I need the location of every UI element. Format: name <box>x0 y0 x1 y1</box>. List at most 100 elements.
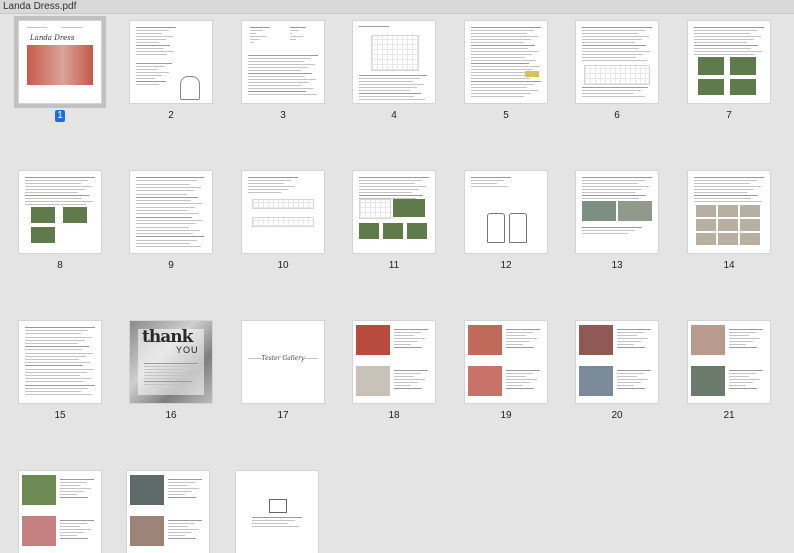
page-thumbnail-7[interactable] <box>688 21 770 103</box>
photo <box>31 227 55 243</box>
page-number-label[interactable]: 6 <box>602 110 632 122</box>
text-line <box>60 494 77 495</box>
text-line <box>136 226 189 228</box>
page-thumbnail-17[interactable]: Tester Gallery <box>242 321 324 403</box>
text-line <box>471 60 536 61</box>
page-thumbnail-23[interactable] <box>127 471 209 553</box>
text-line <box>729 338 760 339</box>
page-thumbnail-8[interactable] <box>19 171 101 253</box>
page-thumbnail-18[interactable] <box>353 321 435 403</box>
page-number-label[interactable]: 21 <box>714 410 744 422</box>
page-thumbnail-5[interactable] <box>465 21 547 103</box>
page-number-label[interactable]: 18 <box>379 410 409 422</box>
chart-grid <box>252 199 314 209</box>
text-line <box>694 189 754 190</box>
page-number-label[interactable]: 14 <box>714 260 744 272</box>
page-thumbnail-4[interactable] <box>353 21 435 103</box>
page-thumbnail-24[interactable] <box>236 471 318 553</box>
text-line <box>506 344 523 345</box>
text-line <box>25 343 78 344</box>
text-line <box>359 81 413 82</box>
page-thumbnail-13[interactable] <box>576 171 658 253</box>
text-line <box>144 378 181 379</box>
page-thumbnail-1[interactable]: Landa Dress <box>14 16 106 108</box>
text-line <box>136 246 201 248</box>
text-line <box>60 482 87 483</box>
page-number-label[interactable]: 4 <box>379 110 409 122</box>
page-thumbnail-22[interactable] <box>19 471 101 553</box>
text-line <box>248 58 311 59</box>
text-line <box>252 520 295 521</box>
page-number-label[interactable]: 10 <box>268 260 298 272</box>
text-line <box>136 27 176 28</box>
text-line <box>25 183 81 184</box>
text-line <box>136 75 162 76</box>
text-line <box>582 233 628 234</box>
cover-title: Landa Dress <box>30 34 75 42</box>
tester-photo <box>356 366 390 396</box>
text-line <box>136 39 166 40</box>
text-line <box>290 33 292 34</box>
text-line <box>359 177 429 178</box>
page-number-label[interactable]: 12 <box>491 260 521 272</box>
page-thumbnail-9[interactable] <box>130 171 212 253</box>
page-thumbnail-12[interactable] <box>465 171 547 253</box>
text-line <box>359 183 415 184</box>
tester-photo <box>579 366 613 396</box>
page-thumbnail-19[interactable] <box>465 321 547 403</box>
page-number-label[interactable]: 16 <box>156 410 186 422</box>
text-line <box>582 54 643 55</box>
text-line <box>694 27 764 28</box>
page-thumbnail-6[interactable] <box>576 21 658 103</box>
text-line <box>168 494 185 495</box>
page-thumbnail-20[interactable] <box>576 321 658 403</box>
page-thumbnail-2[interactable] <box>130 21 212 103</box>
text-line <box>60 479 94 480</box>
text-line <box>471 39 531 40</box>
photo <box>31 207 55 223</box>
tester-photo <box>468 325 502 355</box>
text-line <box>290 30 299 31</box>
text-line <box>359 75 427 76</box>
page-number-label[interactable]: 17 <box>268 410 298 422</box>
text-line <box>248 91 306 92</box>
page-thumbnail-14[interactable] <box>688 171 770 253</box>
page-number-label[interactable]: 9 <box>156 260 186 272</box>
text-line <box>168 523 195 524</box>
page-number-label[interactable]: 13 <box>602 260 632 272</box>
page-thumbnail-11[interactable] <box>353 171 435 253</box>
page-number-label[interactable]: 15 <box>45 410 75 422</box>
photo <box>63 207 87 223</box>
page-number-label[interactable]: 7 <box>714 110 744 122</box>
text-line <box>471 78 530 79</box>
text-line <box>506 335 526 336</box>
page-thumbnail-3[interactable] <box>242 21 324 103</box>
page-thumbnail-21[interactable] <box>688 321 770 403</box>
page-thumbnail-16[interactable]: thank YOU <box>130 321 212 403</box>
text-line <box>136 183 190 185</box>
text-line <box>394 332 421 333</box>
page-thumbnail-15[interactable] <box>19 321 101 403</box>
page-number-label[interactable]: 2 <box>156 110 186 122</box>
page-number-label[interactable]: 20 <box>602 410 632 422</box>
text-line <box>582 60 647 61</box>
page-number-label[interactable]: 3 <box>268 110 298 122</box>
text-line <box>168 529 199 530</box>
page-number-label[interactable]: 19 <box>491 410 521 422</box>
page-number-label[interactable]: 1 <box>55 110 65 122</box>
page-number-label[interactable]: 5 <box>491 110 521 122</box>
text-line <box>60 535 77 536</box>
text-line <box>471 45 535 46</box>
page-thumbnail-10[interactable] <box>242 171 324 253</box>
text-line <box>617 341 641 342</box>
thank-heading: thank <box>142 327 193 347</box>
text-line <box>248 67 308 68</box>
text-line <box>359 26 389 27</box>
text-line <box>25 359 79 360</box>
text-line <box>25 355 86 357</box>
dress-pattern <box>487 213 505 243</box>
text-line <box>694 186 761 187</box>
page-number-label[interactable]: 11 <box>379 260 409 272</box>
text-line <box>136 78 155 79</box>
page-number-label[interactable]: 8 <box>45 260 75 272</box>
